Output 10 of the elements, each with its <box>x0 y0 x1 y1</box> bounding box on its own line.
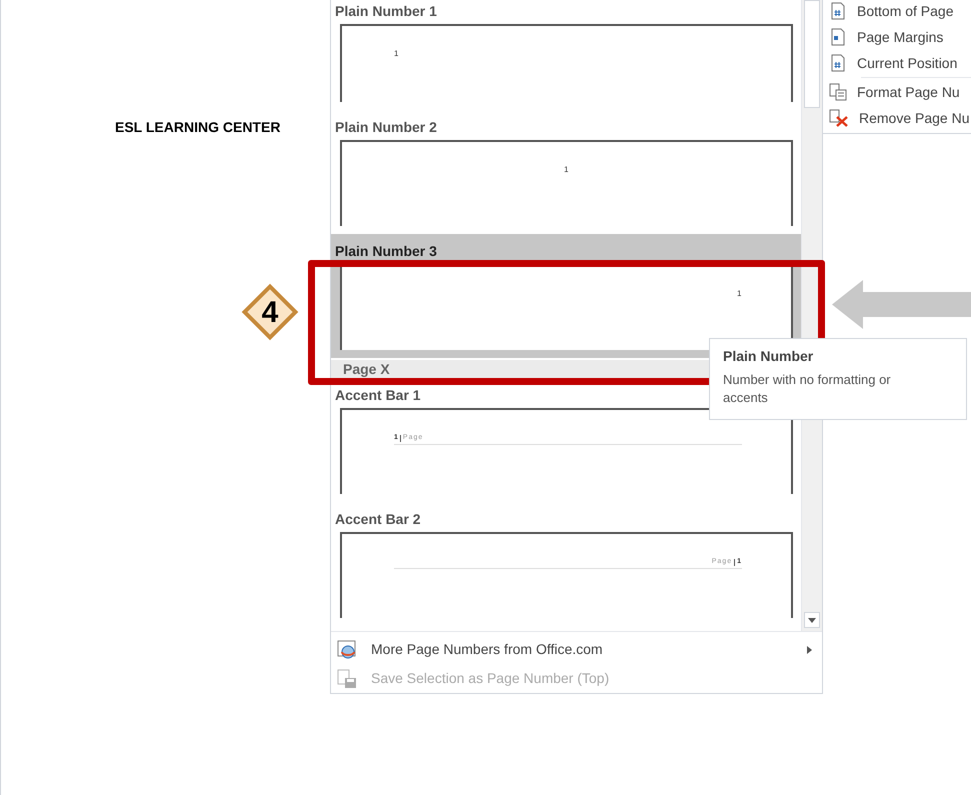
step-badge: 4 <box>241 283 299 341</box>
page-number: 1 <box>394 48 398 60</box>
item-title: Plain Number 3 <box>335 242 437 260</box>
page-number: 1 <box>737 288 742 300</box>
document-heading: ESL LEARNING CENTER <box>115 118 280 137</box>
item-title: Plain Number 2 <box>335 118 437 136</box>
page-number: 1 <box>564 164 568 176</box>
item-title: Accent Bar 1 <box>335 386 421 404</box>
item-title: Plain Number 1 <box>335 2 437 20</box>
item-title: Accent Bar 2 <box>335 510 421 528</box>
